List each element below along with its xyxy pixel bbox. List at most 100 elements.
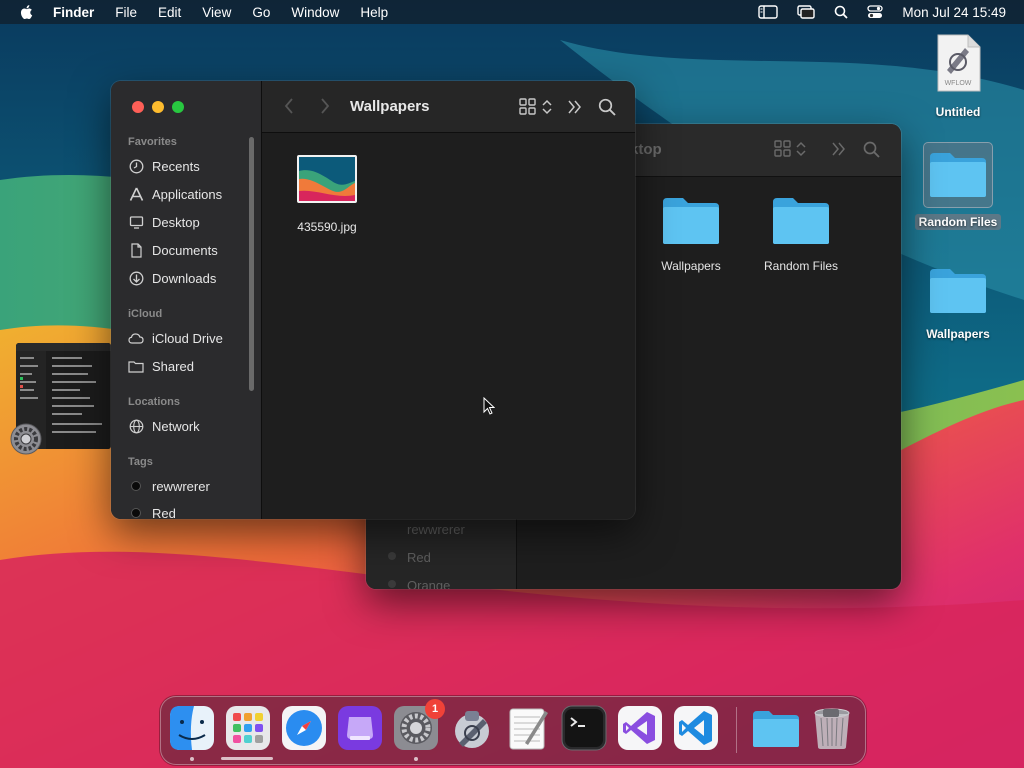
screen-mirroring-icon[interactable] (797, 5, 816, 19)
minimize-button[interactable] (152, 101, 164, 113)
sidebar-item-documents[interactable]: Documents (128, 242, 218, 258)
desktop-item-label: Untitled (935, 105, 981, 119)
dock-textedit[interactable] (505, 705, 551, 751)
close-button[interactable] (132, 101, 144, 113)
sidebar-item-downloads[interactable]: Downloads (128, 270, 216, 286)
sidebar-scrollbar[interactable] (249, 137, 254, 391)
notification-badge: 1 (425, 699, 445, 719)
menu-clock[interactable]: Mon Jul 24 15:49 (902, 5, 1006, 20)
search-icon[interactable] (863, 141, 880, 158)
dock-folder[interactable] (751, 705, 799, 751)
control-center-icon[interactable] (867, 5, 884, 19)
sidebar-item-applications[interactable]: Applications (128, 186, 222, 202)
view-grid-icon[interactable] (774, 140, 792, 158)
sidebar-tag-rewwrerer[interactable]: rewwrerer (128, 478, 210, 494)
podcasts-icon (338, 706, 382, 750)
sidebar-item-label: Applications (152, 186, 223, 202)
sidebar-item-icloud-drive[interactable]: iCloud Drive (128, 330, 223, 346)
menu-window[interactable]: Window (291, 5, 339, 20)
dock-system-settings[interactable]: 1 (393, 699, 445, 751)
dock-trash[interactable] (809, 705, 855, 751)
search-icon[interactable] (598, 98, 616, 116)
download-icon (128, 270, 144, 286)
sidebar-item-label: Red (152, 505, 176, 520)
more-toolbar-icon[interactable] (832, 142, 846, 156)
sidebar-item-label: Recents (152, 158, 200, 174)
forward-chevron-icon[interactable] (320, 98, 330, 114)
dock-terminal[interactable] (561, 705, 607, 751)
menu-app-name[interactable]: Finder (53, 5, 94, 20)
sidebar-item-network[interactable]: Network (128, 418, 200, 434)
sidebar-section-tags: Tags (128, 456, 153, 468)
finder-window-wallpapers[interactable]: Favorites Recents Applications Desktop D… (111, 81, 635, 519)
stage-manager-icon[interactable] (758, 5, 779, 19)
dock-finder[interactable] (169, 705, 215, 751)
finder-icon (170, 706, 214, 750)
sidebar-tag-red[interactable]: Red (128, 505, 176, 519)
chevron-updown-icon[interactable] (542, 98, 552, 116)
finder-sidebar: Favorites Recents Applications Desktop D… (111, 81, 262, 519)
sidebar-item-label: Shared (152, 358, 194, 374)
desktop-item-label: Wallpapers (926, 327, 990, 341)
tag-dot-icon (388, 552, 396, 560)
folder-icon (773, 198, 829, 244)
file-item-435590[interactable]: 435590.jpg (288, 155, 366, 234)
dock-launchpad[interactable] (225, 705, 271, 751)
sidebar-tag-item[interactable]: Orange (407, 578, 450, 589)
more-toolbar-icon[interactable] (568, 100, 582, 114)
folder-icon (663, 198, 719, 244)
sidebar-tag-item[interactable]: Red (407, 550, 431, 565)
menu-file[interactable]: File (115, 5, 137, 20)
chevron-updown-icon[interactable] (796, 140, 806, 158)
sidebar-item-label: rewwrerer (152, 478, 210, 494)
dock-safari[interactable] (281, 705, 327, 751)
dock-vscode[interactable] (673, 705, 719, 751)
sidebar-tag-item[interactable]: rewwrerer (407, 522, 465, 537)
sidebar-item-label: Documents (152, 242, 218, 258)
apple-menu-icon[interactable] (18, 3, 36, 21)
desktop-item-random-files[interactable]: Random Files (912, 142, 1004, 230)
running-indicator (190, 757, 194, 761)
clock-icon (128, 158, 144, 174)
dock-automator[interactable] (449, 705, 495, 751)
menu-go[interactable]: Go (252, 5, 270, 20)
spotlight-search-icon[interactable] (834, 5, 849, 19)
desktop-item-untitled[interactable]: WFLOW Untitled (920, 34, 996, 120)
sidebar-item-label: Network (152, 418, 200, 434)
menu-view[interactable]: View (202, 5, 231, 20)
trash-icon (814, 708, 850, 749)
folder-icon (753, 711, 799, 747)
desktop-item-wallpapers[interactable]: Wallpapers (912, 262, 1004, 342)
zoom-button[interactable] (172, 101, 184, 113)
sidebar-item-desktop[interactable]: Desktop (128, 214, 200, 230)
folder-item-random-files[interactable]: Random Files (755, 196, 847, 273)
sidebar-item-label: Downloads (152, 270, 217, 286)
view-grid-icon[interactable] (519, 98, 537, 116)
file-type-badge: WFLOW (944, 80, 972, 87)
dock-visual-studio[interactable] (617, 705, 663, 751)
tag-dot-icon (388, 580, 396, 588)
folder-label: Wallpapers (661, 259, 721, 273)
back-chevron-icon[interactable] (284, 98, 294, 114)
hover-indicator (221, 757, 273, 760)
sidebar-item-label: Desktop (152, 214, 200, 230)
tag-dot-icon (128, 478, 144, 494)
folder-item-wallpapers[interactable]: Wallpapers (650, 196, 732, 273)
workflow-file-icon: WFLOW (935, 34, 981, 92)
sidebar-item-shared[interactable]: Shared (128, 358, 194, 374)
menu-edit[interactable]: Edit (158, 5, 181, 20)
dock-podcasts[interactable] (337, 705, 383, 751)
document-icon (128, 242, 144, 258)
sidebar-section-icloud: iCloud (128, 308, 163, 320)
system-settings-icon[interactable] (10, 423, 42, 455)
menu-help[interactable]: Help (360, 5, 388, 20)
cloud-icon (128, 330, 144, 346)
sidebar-section-locations: Locations (128, 396, 180, 408)
file-name: 435590.jpg (297, 220, 357, 234)
terminal-icon (561, 705, 607, 751)
sidebar-item-recents[interactable]: Recents (128, 158, 200, 174)
window-toolbar: Wallpapers (262, 81, 635, 133)
dock: 1 (160, 696, 866, 765)
file-browser-content[interactable]: 435590.jpg (262, 133, 635, 519)
image-thumbnail (297, 155, 357, 203)
